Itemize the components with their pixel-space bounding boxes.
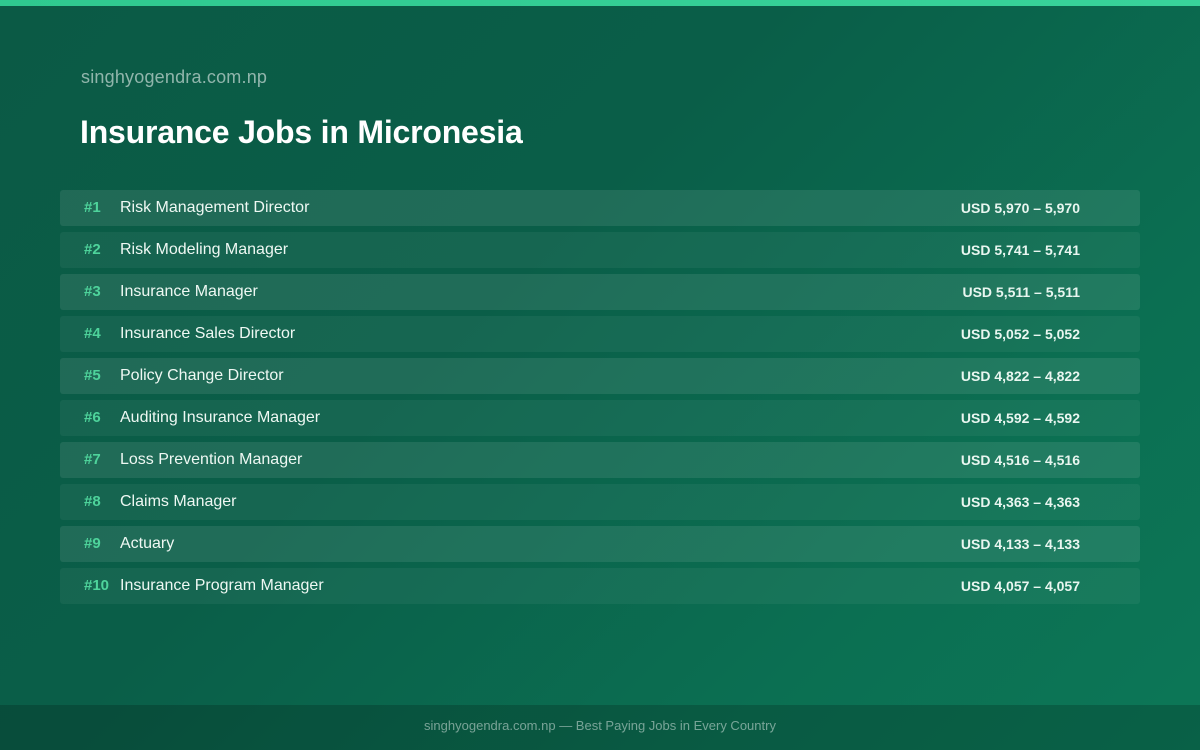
job-rank: #1 — [84, 199, 101, 216]
job-salary: USD 4,057 – 4,057 — [960, 578, 1080, 594]
job-rank: #2 — [84, 241, 101, 258]
job-salary: USD 4,592 – 4,592 — [960, 410, 1080, 426]
job-title: Claims Manager — [120, 493, 237, 510]
job-row: #1 Risk Management Director USD 5,970 – … — [60, 190, 1140, 226]
job-rank: #6 — [84, 409, 101, 426]
job-row: #8 Claims Manager USD 4,363 – 4,363 — [60, 484, 1140, 520]
job-salary: USD 5,511 – 5,511 — [962, 284, 1080, 300]
job-title: Insurance Sales Director — [120, 325, 296, 342]
site-name: singhyogendra.com.np — [81, 67, 268, 87]
job-rank: #9 — [84, 535, 101, 552]
job-row: #6 Auditing Insurance Manager USD 4,592 … — [60, 400, 1140, 436]
footer: singhyogendra.com.np — Best Paying Jobs … — [0, 705, 1200, 750]
job-title: Auditing Insurance Manager — [120, 409, 321, 426]
job-rank: #7 — [84, 451, 101, 468]
job-salary: USD 4,363 – 4,363 — [960, 494, 1080, 510]
job-title: Risk Modeling Manager — [120, 241, 289, 258]
job-row: #10 Insurance Program Manager USD 4,057 … — [60, 568, 1140, 604]
job-rank: #4 — [84, 325, 101, 342]
page-title: Insurance Jobs in Micronesia — [80, 114, 523, 150]
job-salary: USD 4,822 – 4,822 — [960, 368, 1080, 384]
top-accent-bar — [0, 0, 1200, 6]
job-rank: #10 — [84, 577, 110, 594]
job-salary: USD 5,052 – 5,052 — [960, 326, 1080, 342]
job-row: #9 Actuary USD 4,133 – 4,133 — [60, 526, 1140, 562]
job-title: Loss Prevention Manager — [120, 451, 303, 468]
job-title: Insurance Program Manager — [120, 577, 324, 594]
job-rank: #3 — [84, 283, 101, 300]
job-title: Policy Change Director — [120, 367, 284, 384]
job-row: #5 Policy Change Director USD 4,822 – 4,… — [60, 358, 1140, 394]
job-salary: USD 4,133 – 4,133 — [960, 536, 1080, 552]
job-row: #4 Insurance Sales Director USD 5,052 – … — [60, 316, 1140, 352]
job-rank: #5 — [84, 367, 101, 384]
job-row: #7 Loss Prevention Manager USD 4,516 – 4… — [60, 442, 1140, 478]
job-title: Actuary — [120, 535, 175, 552]
job-title: Insurance Manager — [120, 283, 258, 300]
job-row: #3 Insurance Manager USD 5,511 – 5,511 — [60, 274, 1140, 310]
job-salary: USD 5,741 – 5,741 — [960, 242, 1080, 258]
job-row: #2 Risk Modeling Manager USD 5,741 – 5,7… — [60, 232, 1140, 268]
footer-text: singhyogendra.com.np — Best Paying Jobs … — [424, 718, 776, 733]
jobs-list: #1 Risk Management Director USD 5,970 – … — [60, 190, 1140, 610]
job-salary: USD 4,516 – 4,516 — [960, 452, 1080, 468]
job-salary: USD 5,970 – 5,970 — [960, 200, 1080, 216]
job-title: Risk Management Director — [120, 199, 310, 216]
job-rank: #8 — [84, 493, 101, 510]
